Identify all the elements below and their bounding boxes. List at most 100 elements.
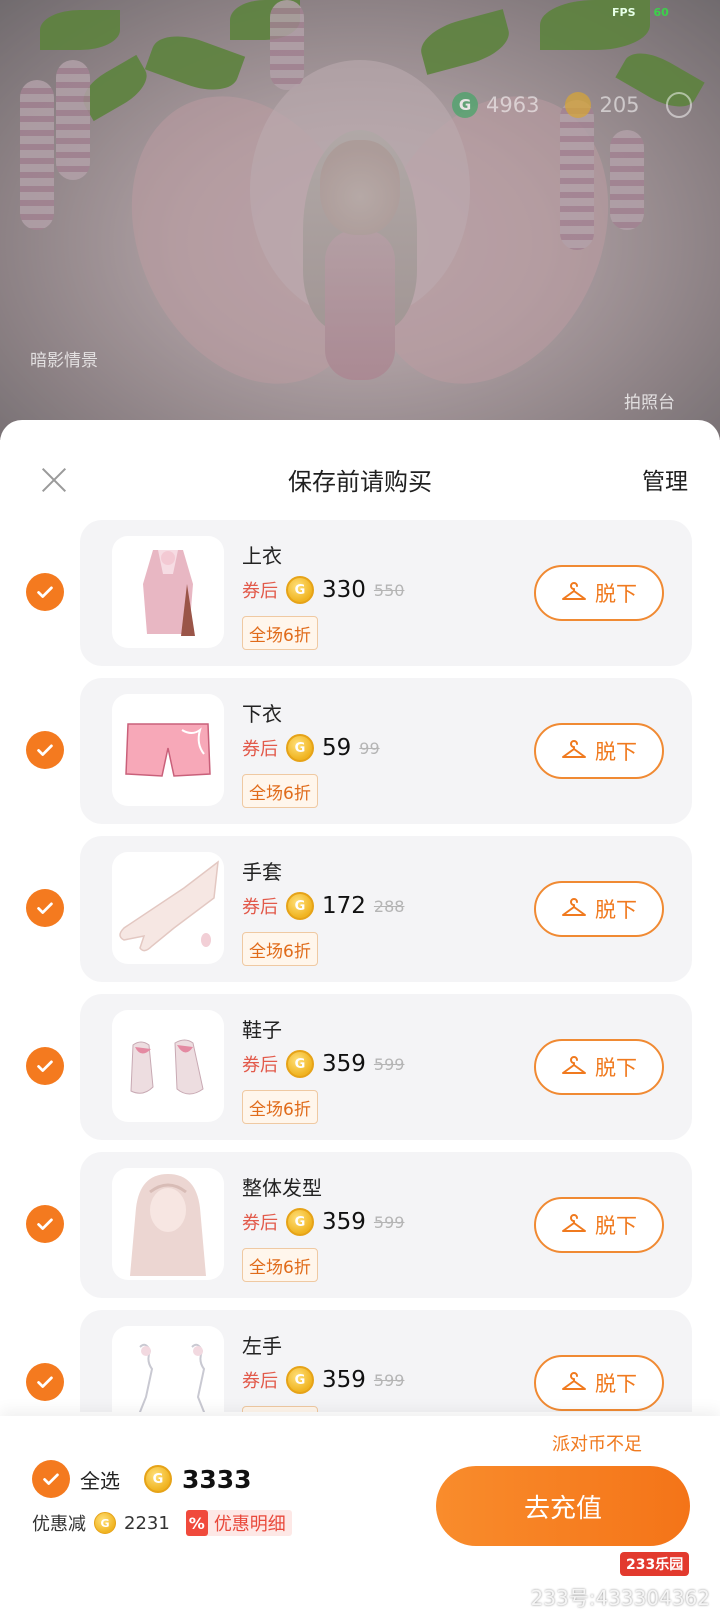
hanger-icon [562, 582, 586, 600]
hanger-icon [562, 1214, 586, 1232]
take-off-button[interactable]: 脱下 [534, 1197, 664, 1253]
item-thumbnail [112, 536, 224, 648]
price-line: 券后 G 359 599 [242, 1050, 404, 1078]
item-price: 330 [322, 577, 366, 603]
check-icon [43, 1473, 59, 1485]
item-price: 59 [322, 735, 352, 761]
sheet-header: 保存前请购买 管理 [0, 420, 720, 520]
check-icon [37, 1060, 53, 1072]
item-checkbox[interactable] [26, 1363, 64, 1401]
take-off-button[interactable]: 脱下 [534, 1039, 664, 1095]
take-off-button[interactable]: 脱下 [534, 1355, 664, 1411]
coupon-after-label: 券后 [242, 1055, 278, 1076]
item-original-price: 599 [373, 1054, 405, 1074]
select-all-row: 全选 G 3333 [32, 1460, 252, 1498]
item-thumbnail [112, 694, 224, 806]
take-off-label: 脱下 [595, 898, 637, 922]
price-line: 券后 G 330 550 [242, 576, 404, 604]
item-price: 172 [322, 893, 366, 919]
list-item: 下衣 券后 G 59 99 全场6折 脱下 [0, 678, 720, 824]
watermark-logo: 233乐园 [620, 1552, 690, 1576]
list-item: 整体发型 券后 G 359 599 全场6折 脱下 [0, 1152, 720, 1298]
coupon-after-label: 券后 [242, 581, 278, 602]
item-list[interactable]: 上衣 券后 G 330 550 全场6折 脱下 下衣 券后 G 59 99 全场… [0, 520, 720, 1412]
coupon-after-label: 券后 [242, 1213, 278, 1234]
glove-icon [119, 860, 219, 952]
hanger-icon [562, 1056, 586, 1074]
item-name: 手套 [242, 860, 282, 884]
price-line: 券后 G 359 599 [242, 1366, 404, 1394]
discount-tag: 全场6折 [242, 1248, 318, 1282]
item-price: 359 [322, 1051, 366, 1077]
recharge-button[interactable]: 去充值 [436, 1466, 690, 1546]
select-all-checkbox[interactable] [32, 1460, 70, 1498]
hanger-icon [562, 898, 586, 916]
currency-bar: G 4963 205 [452, 92, 692, 118]
item-original-price: 599 [373, 1370, 405, 1390]
take-off-label: 脱下 [595, 1214, 637, 1238]
total-price: 3333 [182, 1464, 252, 1494]
price-line: 券后 G 359 599 [242, 1208, 404, 1236]
item-checkbox[interactable] [26, 889, 64, 927]
take-off-label: 脱下 [595, 582, 637, 606]
watermark-text: 233号:433304362 [530, 1586, 710, 1610]
fps-counter: FPS 60 [612, 6, 669, 19]
list-item: 手套 券后 G 172 288 全场6折 脱下 [0, 836, 720, 982]
party-coin-icon: G [144, 1465, 172, 1493]
list-item: 上衣 券后 G 330 550 全场6折 脱下 [0, 520, 720, 666]
item-card: 上衣 券后 G 330 550 全场6折 脱下 [80, 520, 692, 666]
item-name: 下衣 [242, 702, 282, 726]
party-coin-icon: G [94, 1512, 116, 1534]
take-off-label: 脱下 [595, 740, 637, 764]
discount-tag: 全场6折 [242, 1406, 318, 1412]
add-currency-icon[interactable] [665, 92, 692, 118]
check-icon [37, 586, 53, 598]
price-line: 券后 G 59 99 [242, 734, 380, 762]
scene-menu-right-label: 拍照台 [624, 393, 675, 413]
take-off-button[interactable]: 脱下 [534, 723, 664, 779]
item-checkbox[interactable] [26, 1047, 64, 1085]
top-garment-icon [143, 550, 195, 636]
fps-label: FPS [612, 6, 636, 19]
take-off-button[interactable]: 脱下 [534, 565, 664, 621]
coupon-after-label: 券后 [242, 1371, 278, 1392]
party-coin-icon: G [286, 1366, 314, 1394]
party-coin-icon: G [286, 892, 314, 920]
hairstyle-icon [130, 1174, 206, 1276]
discount-tag: 全场6折 [242, 932, 318, 966]
check-icon [37, 902, 53, 914]
item-checkbox[interactable] [26, 731, 64, 769]
take-off-label: 脱下 [595, 1056, 637, 1080]
coupon-after-label: 券后 [242, 897, 278, 918]
shorts-icon [125, 723, 211, 777]
discount-tag: 全场6折 [242, 1090, 318, 1124]
discount-row: 优惠减 G 2231 % 优惠明细 [32, 1510, 292, 1536]
discount-amount: 2231 [124, 1512, 170, 1534]
select-all-label[interactable]: 全选 [80, 1465, 120, 1494]
price-line: 券后 G 172 288 [242, 892, 404, 920]
sheet-title: 保存前请购买 [288, 468, 432, 496]
item-thumbnail [112, 1168, 224, 1280]
check-icon [37, 1376, 53, 1388]
take-off-button[interactable]: 脱下 [534, 881, 664, 937]
party-coin-icon: G [452, 92, 478, 118]
insufficient-balance-text: 派对币不足 [552, 1434, 642, 1455]
discount-tag: 全场6折 [242, 774, 318, 808]
discount-label: 优惠减 [32, 1514, 86, 1535]
item-checkbox[interactable] [26, 573, 64, 611]
item-name: 鞋子 [242, 1018, 282, 1042]
item-name: 上衣 [242, 544, 282, 568]
item-card: 整体发型 券后 G 359 599 全场6折 脱下 [80, 1152, 692, 1298]
item-original-price: 550 [373, 580, 405, 600]
item-checkbox[interactable] [26, 1205, 64, 1243]
discount-detail-button[interactable]: % 优惠明细 [185, 1510, 292, 1536]
check-icon [37, 1218, 53, 1230]
manage-button[interactable]: 管理 [642, 462, 688, 496]
list-item: 鞋子 券后 G 359 599 全场6折 脱下 [0, 994, 720, 1140]
hanger-icon [562, 740, 586, 758]
check-icon [37, 744, 53, 756]
shoes-icon [130, 1039, 204, 1095]
scene-menu-left-label: 暗影情景 [30, 351, 98, 371]
take-off-label: 脱下 [595, 1372, 637, 1396]
party-coin-value: 4963 [486, 93, 540, 117]
